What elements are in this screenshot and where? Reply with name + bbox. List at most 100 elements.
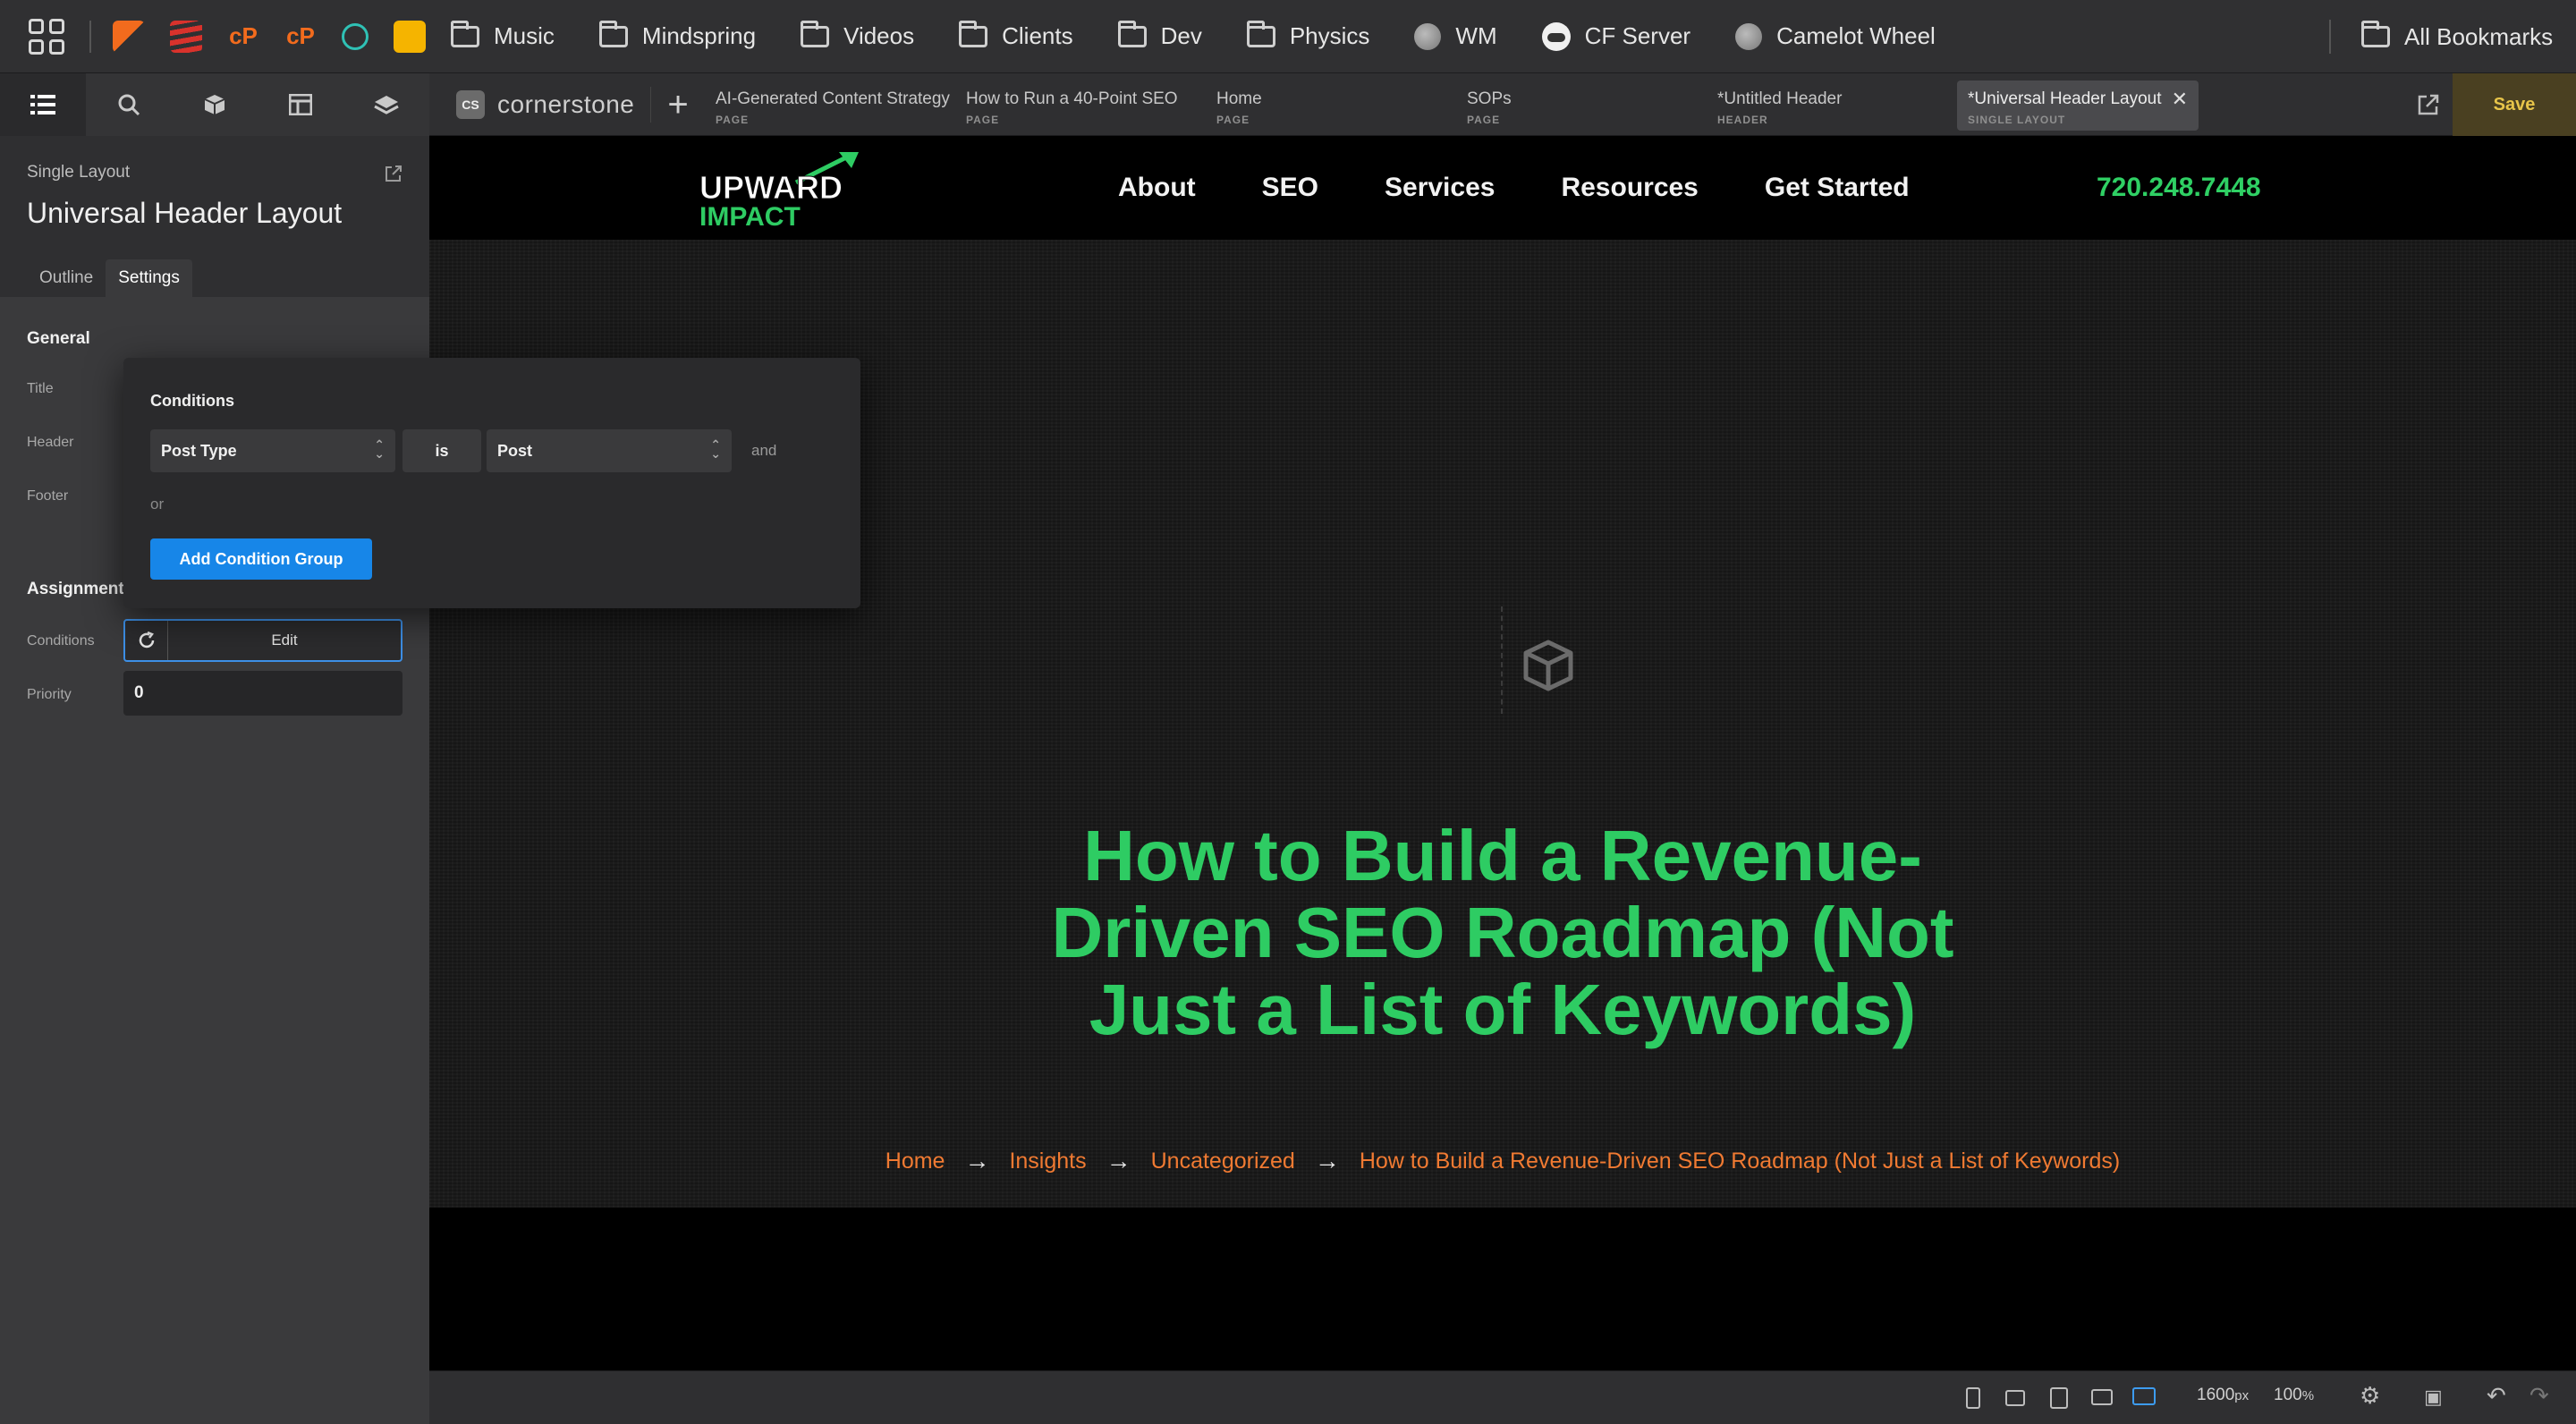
cornerstone-badge-icon: CS	[456, 90, 485, 119]
external-link-icon[interactable]	[2406, 73, 2451, 136]
canvas-width-readout[interactable]: 1600px	[2197, 1386, 2249, 1405]
layers-icon[interactable]	[343, 73, 429, 136]
arrow-right-icon: →	[1106, 1147, 1131, 1174]
folder-icon	[598, 20, 628, 47]
cpanel-favicon-icon[interactable]: cP	[227, 21, 259, 53]
phone-number[interactable]: 720.248.7448	[2097, 136, 2261, 240]
nav-get-started[interactable]: Get Started	[1765, 173, 1910, 203]
bookmark-camelot-wheel[interactable]: Camelot Wheel	[1735, 22, 1936, 50]
orange-squares-favicon-icon[interactable]	[113, 20, 145, 53]
new-tab-plus-icon[interactable]: +	[651, 73, 705, 136]
refresh-icon[interactable]	[125, 621, 168, 660]
code-terminal-icon[interactable]: ▣	[2424, 1386, 2443, 1409]
folder-icon	[1246, 20, 1275, 47]
laptop-icon[interactable]	[2091, 1389, 2113, 1405]
conditions-label: Conditions	[27, 633, 95, 648]
cpanel-favicon-icon-2[interactable]: cP	[284, 21, 317, 53]
folder-icon	[451, 20, 479, 47]
zoom-value: 100	[2274, 1386, 2302, 1404]
tab-ai-generated-content[interactable]: AI-Generated Content Strategy PAGE	[705, 73, 955, 136]
desktop-icon[interactable]	[2132, 1387, 2156, 1405]
width-value: 1600	[2197, 1386, 2235, 1404]
zoom-readout[interactable]: 100%	[2274, 1386, 2314, 1405]
builder-topbar: CS cornerstone + AI-Generated Content St…	[0, 73, 2576, 136]
app-window: cP cP Music Mindspring Videos Clients De…	[0, 0, 2576, 1424]
preview-canvas[interactable]: UPWARD IMPACT About SEO Services Resourc…	[429, 136, 2576, 1370]
save-button[interactable]: Save	[2453, 73, 2576, 136]
breadcrumb-insights[interactable]: Insights	[1009, 1149, 1086, 1174]
all-bookmarks[interactable]: All Bookmarks	[2361, 0, 2553, 73]
tab-settings[interactable]: Settings	[106, 259, 192, 297]
tab-title: *Untitled Header	[1717, 89, 1843, 108]
condition-field-value: Post Type	[161, 441, 237, 460]
bookmark-physics[interactable]: Physics	[1246, 20, 1369, 50]
search-icon[interactable]	[86, 73, 172, 136]
apps-grid-icon[interactable]	[29, 18, 64, 55]
bookmark-cf-server[interactable]: CF Server	[1541, 21, 1690, 51]
outline-list-icon[interactable]	[0, 73, 86, 136]
conditions-field[interactable]: Edit	[123, 619, 402, 662]
close-icon[interactable]: ✕	[2172, 88, 2188, 111]
bookmark-music[interactable]: Music	[451, 20, 555, 50]
or-connector[interactable]: or	[150, 496, 164, 513]
breadcrumb-home[interactable]: Home	[886, 1149, 945, 1174]
tab-type: PAGE	[1467, 114, 1501, 126]
width-unit: px	[2234, 1388, 2250, 1403]
nav-seo[interactable]: SEO	[1262, 173, 1318, 203]
bookmark-label: Music	[494, 22, 555, 49]
undo-icon[interactable]: ↶	[2487, 1382, 2506, 1410]
page-body-area	[429, 1208, 2576, 1370]
elements-cube-icon[interactable]	[172, 73, 258, 136]
swirl-favicon-icon[interactable]	[342, 22, 369, 50]
tab-home[interactable]: Home PAGE	[1206, 73, 1456, 136]
logo-top-word: UPWARD	[699, 169, 843, 206]
phone-landscape-icon[interactable]	[2005, 1390, 2025, 1406]
tab-untitled-header[interactable]: *Untitled Header HEADER	[1707, 73, 1957, 136]
condition-field-select[interactable]: Post Type ⌃ ⌄	[150, 429, 395, 472]
bookmark-dev[interactable]: Dev	[1117, 20, 1202, 50]
all-bookmarks-label: All Bookmarks	[2404, 22, 2554, 50]
and-connector[interactable]: and	[751, 442, 776, 460]
section-assignment-title: Assignment	[27, 580, 124, 598]
inspector-panel: Single Layout Universal Header Layout Ou…	[0, 136, 429, 1424]
bookmark-clients[interactable]: Clients	[959, 20, 1073, 50]
layout-icon[interactable]	[258, 73, 343, 136]
conditions-edit-button[interactable]: Edit	[168, 621, 401, 660]
title-label: Title	[27, 381, 54, 396]
bookmark-label: Camelot Wheel	[1776, 22, 1936, 49]
bookmark-mindspring[interactable]: Mindspring	[598, 20, 756, 50]
bookmark-wm[interactable]: WM	[1414, 22, 1497, 50]
open-external-icon[interactable]	[385, 165, 402, 188]
upward-impact-logo[interactable]: UPWARD IMPACT	[698, 148, 868, 229]
tab-40-point-seo[interactable]: How to Run a 40-Point SEO PAGE	[955, 73, 1206, 136]
bottom-toolbar: 1600px 100% ⚙ ▣ ↶ ↷	[429, 1370, 2576, 1424]
gear-icon[interactable]: ⚙	[2360, 1382, 2380, 1410]
nav-services[interactable]: Services	[1385, 173, 1495, 203]
tab-universal-header-layout[interactable]: *Universal Header Layout SINGLE LAYOUT ✕	[1957, 81, 2199, 131]
add-condition-group-button[interactable]: Add Condition Group	[150, 538, 372, 580]
builder-tool-strip	[0, 73, 429, 136]
chevron-updown-icon: ⌃ ⌄	[374, 437, 385, 461]
breadcrumb-uncategorized[interactable]: Uncategorized	[1151, 1149, 1295, 1174]
zoom-unit: %	[2301, 1388, 2315, 1403]
condition-operator-select[interactable]: is	[402, 429, 481, 472]
yellow-note-favicon-icon[interactable]	[394, 20, 426, 53]
phone-portrait-icon[interactable]	[1966, 1387, 1980, 1409]
bookmark-videos[interactable]: Videos	[801, 20, 914, 50]
red-stripes-favicon-icon[interactable]	[170, 20, 202, 53]
priority-input[interactable]: 0	[123, 671, 402, 716]
tablet-icon[interactable]	[2050, 1387, 2068, 1409]
guide-line	[1501, 606, 1503, 714]
tab-title: Home	[1216, 89, 1262, 108]
condition-value-select[interactable]: Post ⌃ ⌄	[487, 429, 732, 472]
nav-resources[interactable]: Resources	[1561, 173, 1698, 203]
folder-icon	[2361, 21, 2390, 47]
tab-outline[interactable]: Outline	[27, 259, 106, 297]
tab-title: How to Run a 40-Point SEO	[966, 89, 1178, 108]
tab-sops[interactable]: SOPs PAGE	[1456, 73, 1707, 136]
nav-about[interactable]: About	[1118, 173, 1196, 203]
panel-tabs: Outline Settings	[27, 259, 192, 297]
breadcrumb: Home → Insights → Uncategorized → How to…	[429, 1147, 2576, 1175]
logo-bottom-word: IMPACT	[699, 202, 801, 229]
redo-icon[interactable]: ↷	[2529, 1382, 2549, 1410]
